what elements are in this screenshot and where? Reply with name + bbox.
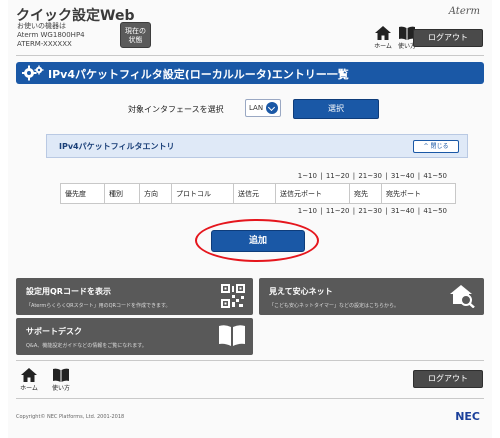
qr-code-tile[interactable]: 設定用QRコードを表示 「AtermらくらくQRスタート」用のQRコードを作成で… xyxy=(16,278,253,315)
pager-link[interactable]: 41~50 xyxy=(422,207,448,215)
pager-link[interactable]: 31~40 xyxy=(390,207,416,215)
column-header: 送信元 xyxy=(233,183,276,204)
device-label: お使いの機器は xyxy=(17,22,66,30)
footer-logout-button[interactable]: ログアウト xyxy=(413,370,483,388)
chevron-up-icon: ^ xyxy=(423,143,429,150)
brand-logo: Aterm xyxy=(448,6,480,17)
entry-section-title: IPv4パケットフィルタエントリ xyxy=(59,142,175,151)
device-model: Aterm WG1800HP4 xyxy=(17,31,85,39)
entry-section-header: IPv4パケットフィルタエントリ ^ 閉じる xyxy=(46,134,468,158)
pager-bottom: 1~10 | 11~20 | 21~30 | 31~40 | 41~50 xyxy=(297,207,448,215)
column-header: 種別 xyxy=(104,183,140,204)
house-search-icon xyxy=(450,285,475,308)
column-header: 送信元ポート xyxy=(275,183,350,204)
collapse-button[interactable]: ^ 閉じる xyxy=(413,140,459,153)
footer-help-nav[interactable]: 使い方 xyxy=(48,368,74,394)
gear-icon xyxy=(22,65,44,81)
copyright: Copyright© NEC Platforms, Ltd. 2001-2018 xyxy=(16,414,125,420)
chevron-down-icon xyxy=(266,102,278,114)
table-header-row: 優先度 種別 方向 プロトコル 送信元 送信元ポート 宛先 宛先ポート xyxy=(60,183,456,204)
select-button[interactable]: 選択 xyxy=(293,99,379,119)
pager-link[interactable]: 1~10 xyxy=(297,172,318,180)
interface-label: 対象インタフェースを選択 xyxy=(128,105,224,114)
logout-button[interactable]: ログアウト xyxy=(413,29,483,47)
qr-code-icon xyxy=(221,284,245,308)
book-icon xyxy=(53,368,69,382)
divider xyxy=(16,360,484,361)
pager-link[interactable]: 11~20 xyxy=(325,172,351,180)
page-title: IPv4パケットフィルタ設定(ローカルルータ)エントリー一覧 xyxy=(48,68,349,81)
support-desk-tile[interactable]: サポートデスク Q&A、機能設定ガイドなどの情報をご覧になれます。 xyxy=(16,318,253,355)
highlight-circle xyxy=(195,219,319,262)
column-header: プロトコル xyxy=(171,183,234,204)
pager-link[interactable]: 41~50 xyxy=(422,172,448,180)
page: クイック設定Web お使いの機器は Aterm WG1800HP4 ATERM-… xyxy=(8,0,492,438)
pager-link[interactable]: 21~30 xyxy=(357,172,383,180)
pager-top: 1~10 | 11~20 | 21~30 | 31~40 | 41~50 xyxy=(297,172,448,180)
nec-logo: NEC xyxy=(455,410,480,423)
footer-home-nav[interactable]: ホーム xyxy=(16,368,42,394)
column-header: 宛先 xyxy=(349,183,382,204)
entry-table: 優先度 種別 方向 プロトコル 送信元 送信元ポート 宛先 宛先ポート xyxy=(60,183,456,204)
device-id: ATERM-XXXXXX xyxy=(17,40,72,48)
home-icon xyxy=(21,368,37,382)
column-header: 方向 xyxy=(139,183,172,204)
divider xyxy=(16,398,484,399)
device-info: お使いの機器は Aterm WG1800HP4 ATERM-XXXXXX xyxy=(17,22,85,49)
interface-select[interactable]: LAN xyxy=(245,99,281,117)
column-header: 優先度 xyxy=(60,183,105,204)
home-icon xyxy=(375,26,391,40)
home-nav[interactable]: ホーム xyxy=(370,26,396,52)
divider xyxy=(16,55,484,56)
safe-net-tile[interactable]: 見えて安心ネット 「こども安心ネットタイマー」などの設定はこちらから。 xyxy=(259,278,484,315)
pager-link[interactable]: 11~20 xyxy=(325,207,351,215)
pager-link[interactable]: 1~10 xyxy=(297,207,318,215)
book-icon xyxy=(219,325,245,346)
pager-link[interactable]: 31~40 xyxy=(390,172,416,180)
current-status-button[interactable]: 現在の 状態 xyxy=(120,22,151,48)
pager-link[interactable]: 21~30 xyxy=(357,207,383,215)
column-header: 宛先ポート xyxy=(381,183,456,204)
page-title-bar: IPv4パケットフィルタ設定(ローカルルータ)エントリー一覧 xyxy=(16,62,484,84)
